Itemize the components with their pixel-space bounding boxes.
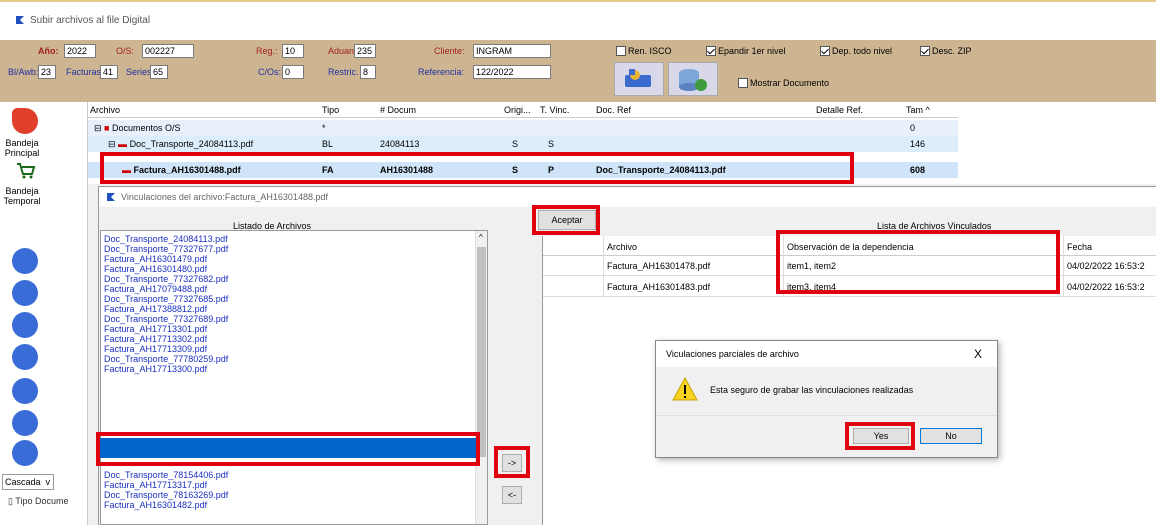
- ren-isco-checkbox[interactable]: Ren. ISCO: [616, 46, 672, 56]
- list-item[interactable]: Doc_Transporte_77327685.pdf: [104, 294, 228, 304]
- scroll-up-icon: ^: [479, 233, 483, 242]
- move-left-button[interactable]: <-: [502, 486, 522, 504]
- tipo-docum-label: ▯ Tipo Docume: [8, 496, 69, 506]
- link-icon[interactable]: [12, 378, 38, 404]
- anio-label: Año:: [38, 46, 59, 56]
- copy-icon[interactable]: [12, 440, 38, 466]
- os-label: O/S:: [116, 46, 135, 56]
- tree-row-selected[interactable]: ▬ Factura_AH16301488.pdf FA AH16301488 S…: [88, 162, 958, 178]
- list-item[interactable]: Factura_AH16301480.pdf: [104, 264, 207, 274]
- restric-label: Restric.: [328, 67, 359, 77]
- reg-field[interactable]: 10: [282, 44, 304, 58]
- list-item-selected-bg: [100, 438, 476, 458]
- series-label: Series: [126, 67, 152, 77]
- warning-icon: [672, 377, 698, 401]
- database-icon: [679, 69, 707, 91]
- dep-todo-checkbox[interactable]: Dep. todo nivel: [820, 46, 892, 56]
- os-field[interactable]: 002227: [142, 44, 194, 58]
- facturas-field[interactable]: 41: [100, 65, 118, 79]
- dialog-title: Vinculaciones del archivo:Factura_AH1630…: [121, 192, 328, 202]
- list-item[interactable]: Doc_Transporte_78154406.pdf: [104, 470, 228, 480]
- grid-header-fecha: Fecha: [1067, 242, 1093, 252]
- chevron-down-icon: v: [45, 477, 51, 487]
- scan-button[interactable]: [614, 62, 664, 96]
- vinculados-label: Lista de Archivos Vinculados: [877, 221, 992, 231]
- msgbox-title: Viculaciones parciales de archivo: [666, 349, 799, 359]
- move-right-button[interactable]: ->: [502, 454, 522, 472]
- list-item[interactable]: Factura_AH17079488.pdf: [104, 284, 207, 294]
- grid-header-archivo: Archivo: [607, 242, 638, 252]
- referencia-field[interactable]: 122/2022: [473, 65, 551, 79]
- msgbox-message: Esta seguro de grabar las vinculaciones …: [710, 385, 914, 395]
- tree-row[interactable]: ⊟ ▬ Doc_Transporte_24084113.pdf BL 24084…: [88, 136, 958, 152]
- list-item[interactable]: Factura_AH17713309.pdf: [104, 344, 207, 354]
- series-field[interactable]: 65: [150, 65, 168, 79]
- upload-icon[interactable]: [12, 344, 38, 370]
- cascada-select[interactable]: Cascada v: [2, 474, 54, 490]
- list-item[interactable]: Doc_Transporte_77327689.pdf: [104, 314, 228, 324]
- list-item[interactable]: Doc_Transporte_77327677.pdf: [104, 244, 228, 254]
- save-icon[interactable]: [12, 312, 38, 338]
- list-item[interactable]: Factura_AH16301479.pdf: [104, 254, 207, 264]
- msgbox-title-bar: Viculaciones parciales de archivo X: [656, 341, 997, 367]
- scanner-side-icon[interactable]: [12, 248, 38, 274]
- bandeja-principal-icon[interactable]: [12, 108, 38, 134]
- cliente-field[interactable]: INGRAM: [473, 44, 551, 58]
- dialog-title-bar: Vinculaciones del archivo:Factura_AH1630…: [99, 187, 1156, 207]
- referencia-label: Referencia:: [418, 67, 465, 77]
- no-button[interactable]: No: [920, 428, 982, 444]
- list-item[interactable]: Factura_AH16301482.pdf: [104, 500, 207, 510]
- aceptar-button[interactable]: Aceptar: [538, 210, 596, 230]
- app-logo-icon: [107, 193, 115, 201]
- tree-row[interactable]: ⊟ ■ Documentos O/S * 0: [88, 120, 958, 136]
- listbox-scrollbar[interactable]: ^: [475, 231, 487, 524]
- app-logo-icon: [16, 16, 24, 24]
- aduana-field[interactable]: 235: [354, 44, 376, 58]
- list-item[interactable]: Factura_AH17713301.pdf: [104, 324, 207, 334]
- header-form: Año: 2022 O/S: 002227 Reg.: 10 Aduana 23…: [0, 40, 1156, 102]
- split-icon[interactable]: [12, 280, 38, 306]
- reg-label: Reg.:: [256, 46, 278, 56]
- cart-icon[interactable]: [16, 162, 36, 180]
- co-field[interactable]: 0: [282, 65, 304, 79]
- list-item[interactable]: Factura_AH17713300.pdf: [104, 364, 207, 374]
- grid-header-observacion: Observación de la dependencia: [787, 242, 914, 252]
- bandeja-principal-label: Bandeja Principal: [4, 138, 40, 158]
- refresh-icon[interactable]: [12, 410, 38, 436]
- scanner-icon: [625, 69, 651, 87]
- restric-field[interactable]: 8: [360, 65, 376, 79]
- tree-header: Archivo Tipo # Docum Origi... T. Vinc. D…: [88, 102, 958, 118]
- list-item[interactable]: Doc_Transporte_78163269.pdf: [104, 490, 228, 500]
- list-item[interactable]: Doc_Transporte_77780259.pdf: [104, 354, 228, 364]
- close-icon[interactable]: X: [974, 347, 982, 361]
- facturas-label: Facturas: [66, 67, 102, 77]
- mostrar-documento-checkbox[interactable]: Mostrar Documento: [738, 78, 829, 88]
- bl-label: Bl/Awb:: [8, 67, 39, 77]
- expandir-checkbox[interactable]: Epandir 1er nivel: [706, 46, 786, 56]
- app-window: Subir archivos al file Digital Año: 2022…: [0, 0, 1156, 525]
- co-label: C/Os:: [258, 67, 282, 77]
- scroll-thumb: [477, 247, 486, 457]
- sidebar: Bandeja Principal Bandeja Temporal Casca…: [0, 102, 88, 525]
- anio-field[interactable]: 2022: [64, 44, 96, 58]
- bl-field[interactable]: 23: [38, 65, 56, 79]
- list-item[interactable]: Factura_AH17713317.pdf: [104, 480, 207, 490]
- title-bar: Subir archivos al file Digital: [0, 0, 1156, 40]
- window-title: Subir archivos al file Digital: [30, 15, 151, 26]
- list-item[interactable]: Factura_AH17388812.pdf: [104, 304, 207, 314]
- grid-row[interactable]: Factura_AH16301478.pdf item1, item2 04/0…: [543, 256, 1156, 276]
- list-item[interactable]: Doc_Transporte_77327682.pdf: [104, 274, 228, 284]
- cliente-label: Cliente:: [434, 46, 465, 56]
- list-item[interactable]: Doc_Transporte_24084113.pdf: [104, 234, 228, 244]
- yes-button[interactable]: Yes: [853, 428, 909, 444]
- bandeja-temporal-label: Bandeja Temporal: [3, 186, 41, 206]
- list-item[interactable]: Factura_AH17713302.pdf: [104, 334, 207, 344]
- desc-zip-checkbox[interactable]: Desc. ZIP: [920, 46, 972, 56]
- database-button[interactable]: [668, 62, 718, 96]
- grid-row[interactable]: Factura_AH16301483.pdf item3, item4 04/0…: [543, 277, 1156, 297]
